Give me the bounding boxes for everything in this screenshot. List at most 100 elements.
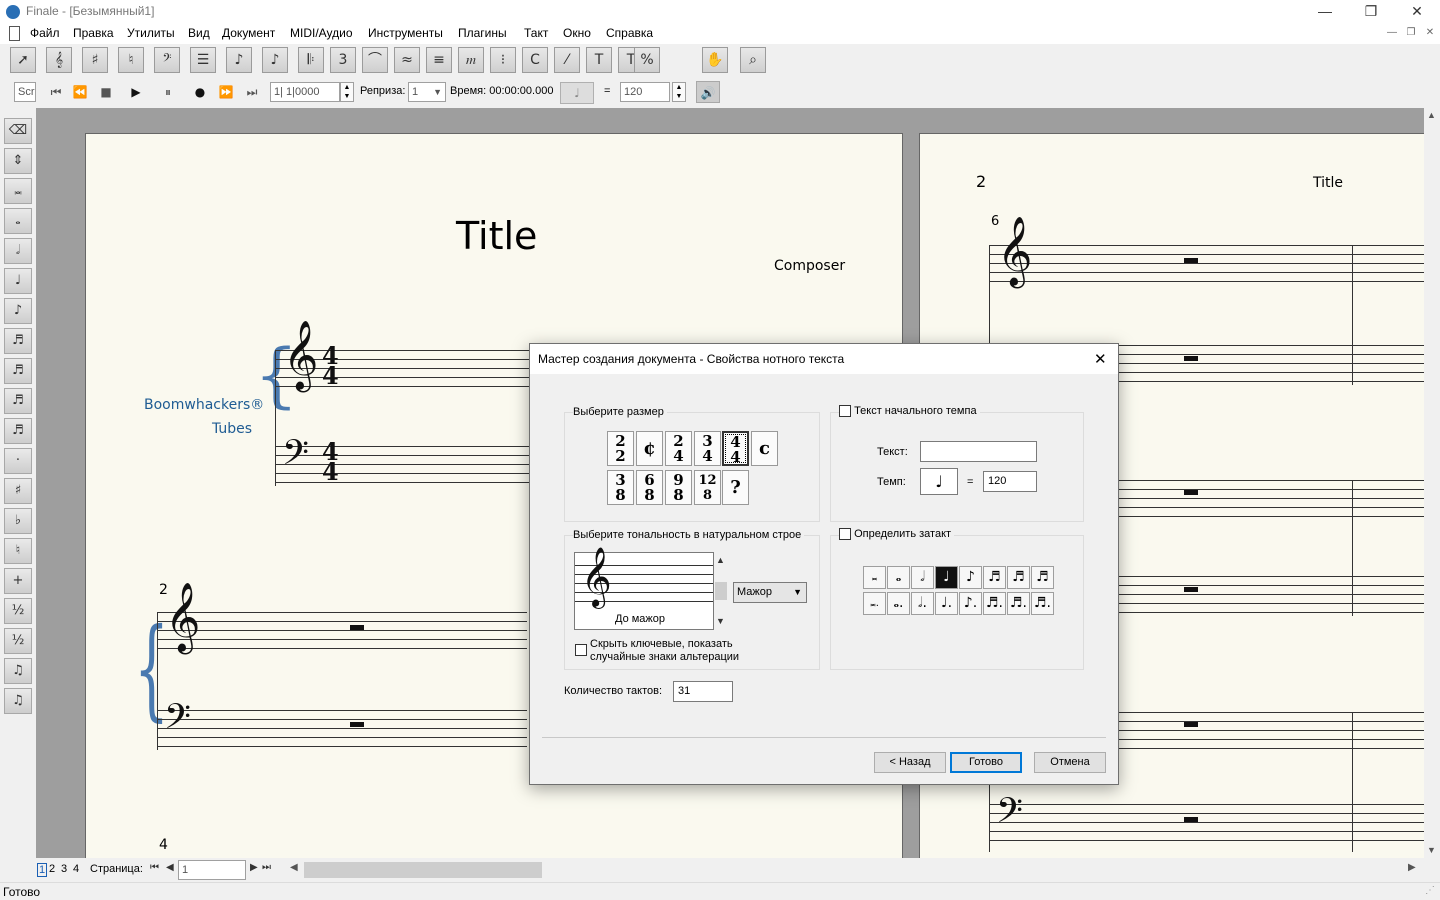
plus-icon[interactable]: + bbox=[4, 568, 32, 594]
menu-file[interactable]: Файл bbox=[30, 26, 60, 40]
previous-page-icon[interactable]: ◀ bbox=[166, 862, 174, 873]
grace-note-icon[interactable]: ♫ bbox=[4, 688, 32, 714]
key-scroll-up-icon[interactable]: ▲ bbox=[716, 555, 725, 565]
measures-input[interactable]: 31 bbox=[673, 681, 733, 702]
zoom-icon[interactable]: ⌕ bbox=[740, 47, 766, 73]
half-step-up-icon[interactable]: ½ bbox=[4, 598, 32, 624]
staff-tool-icon[interactable]: 𝄞 bbox=[46, 47, 72, 73]
pickup-dotted-breve-icon[interactable]: 𝅜. bbox=[863, 592, 886, 615]
time-sig-12-8[interactable]: 12 8 bbox=[694, 470, 721, 505]
hundred-twenty-eighth-note-icon[interactable]: ♬ bbox=[4, 418, 32, 444]
sharp-icon[interactable]: ♯ bbox=[4, 478, 32, 504]
scroll-down-icon[interactable]: ▼ bbox=[1427, 845, 1436, 855]
speaker-settings-icon[interactable]: 🔊 bbox=[696, 81, 720, 103]
last-page-icon[interactable]: ⏭ bbox=[262, 862, 271, 873]
page-tab-4[interactable]: 4 bbox=[73, 863, 79, 875]
simple-entry-tool-icon[interactable]: ♪ bbox=[226, 47, 252, 73]
time-signature-tool-icon[interactable]: ♮ bbox=[118, 47, 144, 73]
scroll-view-field[interactable]: Scr bbox=[14, 82, 36, 102]
pickup-breve-icon[interactable]: 𝅜 bbox=[863, 566, 886, 589]
half-step-down-icon[interactable]: ½ bbox=[4, 628, 32, 654]
tempo-text-input[interactable] bbox=[920, 441, 1037, 462]
key-scroll-down-icon[interactable]: ▼ bbox=[716, 616, 725, 626]
scroll-up-icon[interactable]: ▲ bbox=[1427, 110, 1436, 120]
time-sig-common[interactable]: c bbox=[751, 431, 778, 466]
flat-icon[interactable]: ♭ bbox=[4, 508, 32, 534]
key-scroll-thumb[interactable] bbox=[715, 582, 727, 600]
tuplet-tool-icon[interactable]: 3 bbox=[330, 47, 356, 73]
pickup-dotted-quarter-icon[interactable]: ♩. bbox=[935, 592, 958, 615]
time-sig-2-2[interactable]: 22 bbox=[607, 431, 634, 466]
fast-forward-to-end-icon[interactable]: ⏭ bbox=[240, 81, 264, 103]
menu-tools[interactable]: Инструменты bbox=[368, 26, 443, 40]
playback-position-field[interactable]: 1| 1|0000 bbox=[270, 82, 340, 102]
percent-tool-icon[interactable]: % bbox=[634, 47, 660, 73]
record-icon[interactable]: ● bbox=[188, 81, 212, 103]
menu-midi-audio[interactable]: MIDI/Аудио bbox=[290, 26, 353, 40]
scroll-left-icon[interactable]: ◀ bbox=[290, 862, 298, 873]
speedy-entry-tool-icon[interactable]: ♪ bbox=[262, 47, 288, 73]
time-sig-6-8[interactable]: 68 bbox=[636, 470, 663, 505]
menu-view[interactable]: Вид bbox=[188, 26, 210, 40]
menu-help[interactable]: Справка bbox=[606, 26, 653, 40]
minimize-button[interactable]: — bbox=[1302, 0, 1348, 24]
pickup-quarter-selected-icon[interactable]: ♩ bbox=[935, 566, 958, 589]
menu-window[interactable]: Окно bbox=[563, 26, 591, 40]
pickup-dotted-thirty-second-icon[interactable]: ♬. bbox=[1007, 592, 1030, 615]
mode-select[interactable]: Мажор ▼ bbox=[733, 582, 807, 603]
sixteenth-note-icon[interactable]: ♬ bbox=[4, 328, 32, 354]
cancel-button[interactable]: Отмена bbox=[1034, 752, 1106, 773]
repeat-select[interactable]: 1 ▼ bbox=[408, 82, 446, 102]
chord-tool-icon[interactable]: C bbox=[522, 47, 548, 73]
pickup-half-icon[interactable]: 𝅗𝅥 bbox=[911, 566, 934, 589]
page-tab-3[interactable]: 3 bbox=[61, 863, 67, 875]
pickup-thirty-second-icon[interactable]: ♬ bbox=[1007, 566, 1030, 589]
thirty-second-note-icon[interactable]: ♬ bbox=[4, 358, 32, 384]
finish-button[interactable]: Готово bbox=[950, 752, 1022, 773]
pickup-eighth-icon[interactable]: ♪ bbox=[959, 566, 982, 589]
time-sig-other[interactable]: ? bbox=[722, 470, 749, 505]
dot-icon[interactable]: · bbox=[4, 448, 32, 474]
pickup-whole-icon[interactable]: 𝅝 bbox=[887, 566, 910, 589]
tie-icon[interactable]: ⇕ bbox=[4, 148, 32, 174]
page-tab-1[interactable]: 1 bbox=[37, 863, 47, 877]
scroll-right-icon[interactable]: ▶ bbox=[1408, 862, 1416, 873]
pickup-sixty-fourth-icon[interactable]: ♬ bbox=[1031, 566, 1054, 589]
mdi-restore-icon[interactable]: ❐ bbox=[1402, 27, 1420, 41]
rewind-icon[interactable]: ⏪ bbox=[68, 81, 92, 103]
mdi-minimize-icon[interactable]: — bbox=[1383, 27, 1401, 41]
tempo-spinner-icon[interactable]: ▲ ▼ bbox=[672, 82, 686, 102]
selection-tool-icon[interactable]: ➚ bbox=[10, 47, 36, 73]
fast-forward-icon[interactable]: ⏩ bbox=[214, 81, 238, 103]
half-note-icon[interactable]: 𝅗𝅥 bbox=[4, 238, 32, 264]
page-tab-2[interactable]: 2 bbox=[49, 863, 55, 875]
expression-tool-icon[interactable]: ≡ bbox=[426, 47, 452, 73]
text-tool-icon[interactable]: T bbox=[586, 47, 612, 73]
key-signature-tool-icon[interactable]: ♯ bbox=[82, 47, 108, 73]
whole-note-icon[interactable]: 𝅝 bbox=[4, 208, 32, 234]
menu-utilities[interactable]: Утилиты bbox=[127, 26, 175, 40]
tempo-field[interactable]: 120 bbox=[620, 82, 670, 102]
time-sig-3-4[interactable]: 34 bbox=[694, 431, 721, 466]
back-button[interactable]: < Назад bbox=[874, 752, 946, 773]
natural-icon[interactable]: ♮ bbox=[4, 538, 32, 564]
lyrics-tool-icon[interactable]: ⁝ bbox=[490, 47, 516, 73]
mf-expression-tool-icon[interactable]: 𝆐 bbox=[458, 47, 484, 73]
clef-tool-icon[interactable]: 𝄢 bbox=[154, 47, 180, 73]
eighth-note-icon[interactable]: ♪ bbox=[4, 298, 32, 324]
hand-grabber-icon[interactable]: ✋ bbox=[702, 47, 728, 73]
sixty-fourth-note-icon[interactable]: ♬ bbox=[4, 388, 32, 414]
restore-button[interactable]: ❐ bbox=[1348, 0, 1394, 24]
next-page-icon[interactable]: ▶ bbox=[250, 862, 258, 873]
graphics-tool-icon[interactable]: ⁄ bbox=[554, 47, 580, 73]
vertical-scrollbar[interactable]: ▲ ▼ bbox=[1424, 108, 1440, 858]
page-number-input[interactable]: 1 bbox=[178, 860, 246, 880]
smart-shape-tool-icon[interactable]: ⌒ bbox=[362, 47, 388, 73]
pickup-dotted-half-icon[interactable]: 𝅗𝅥. bbox=[911, 592, 934, 615]
resize-grip-icon[interactable]: ⋰ bbox=[1425, 885, 1435, 896]
menu-edit[interactable]: Правка bbox=[73, 26, 114, 40]
time-sig-9-8[interactable]: 98 bbox=[665, 470, 692, 505]
close-window-button[interactable]: ✕ bbox=[1394, 0, 1440, 24]
tempo-note-icon[interactable]: ♩ bbox=[560, 82, 594, 104]
pickup-dotted-sixteenth-icon[interactable]: ♬. bbox=[983, 592, 1006, 615]
